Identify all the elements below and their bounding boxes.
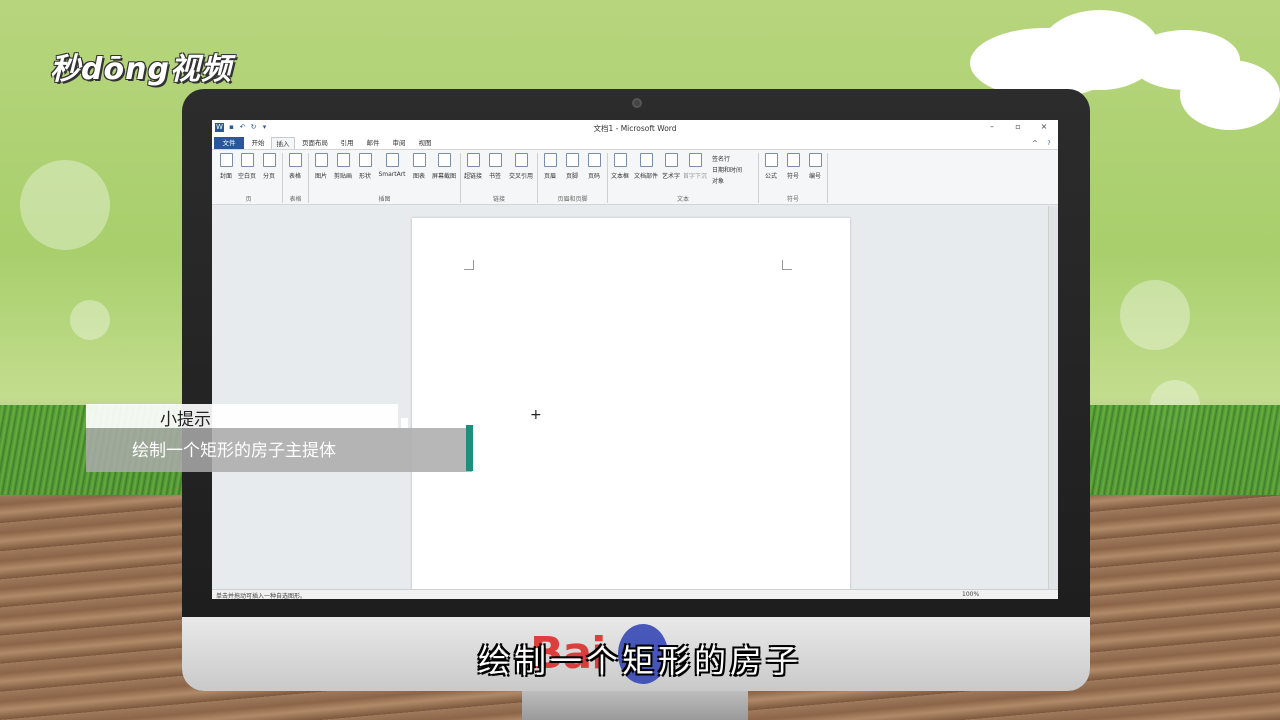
clipart-icon xyxy=(336,153,350,167)
tab-home[interactable]: 开始 xyxy=(246,137,270,149)
minimize-button[interactable]: – xyxy=(982,122,1002,134)
quick-parts-icon xyxy=(639,153,653,167)
tab-file[interactable]: 文件 xyxy=(214,137,244,149)
footer-icon xyxy=(565,153,579,167)
signature-line-button[interactable]: 签名行 xyxy=(712,154,730,163)
document-page[interactable] xyxy=(412,218,850,599)
hyperlink-icon xyxy=(466,153,480,167)
tip-heading: 小提示 xyxy=(160,410,211,430)
drop-cap-button[interactable]: 首字下沉 xyxy=(682,153,708,180)
shapes-icon xyxy=(358,153,372,167)
group-label-links: 链接 xyxy=(492,196,505,203)
date-time-button[interactable]: 日期和时间 xyxy=(712,165,742,174)
word-window: W ▪ ↶ ↻ ▾ 文档1 - Microsoft Word – ▫ × 文件 … xyxy=(212,120,1058,599)
picture-button[interactable]: 图片 xyxy=(310,153,332,180)
tip-heading-box xyxy=(86,404,398,428)
ribbon-tabs: 文件 开始 插入 页面布局 引用 邮件 审阅 视图 ^ ? xyxy=(212,136,1058,149)
camera-icon xyxy=(632,98,642,108)
bookmark-icon xyxy=(488,153,502,167)
hyperlink-button[interactable]: 超链接 xyxy=(462,153,484,180)
textbox-icon xyxy=(613,153,627,167)
group-label-text: 文本 xyxy=(676,196,689,203)
smartart-icon xyxy=(385,153,399,167)
page-break-icon xyxy=(262,153,276,167)
blank-page-button[interactable]: 空白页 xyxy=(236,153,258,180)
collapse-ribbon-icon[interactable]: ^ xyxy=(1030,137,1040,149)
symbol-icon xyxy=(786,153,800,167)
chart-icon xyxy=(412,153,426,167)
textbox-button[interactable]: 文本框 xyxy=(609,153,631,180)
symbol-button[interactable]: 符号 xyxy=(782,153,804,180)
zoom-level[interactable]: 100% xyxy=(962,591,979,598)
table-button[interactable]: 表格 xyxy=(284,153,306,180)
screenshot-button[interactable]: 屏幕截图 xyxy=(430,153,458,180)
chart-button[interactable]: 图表 xyxy=(408,153,430,180)
help-icon[interactable]: ? xyxy=(1044,137,1054,149)
video-subtitle: 绘制一个矩形的房子 xyxy=(477,642,802,680)
drop-cap-icon xyxy=(688,153,702,167)
cross-reference-icon xyxy=(514,153,528,167)
number-icon xyxy=(808,153,822,167)
shapes-button[interactable]: 形状 xyxy=(354,153,376,180)
tab-insert[interactable]: 插入 xyxy=(271,137,295,149)
group-label-pages: 页 xyxy=(245,196,252,203)
group-label-symbols: 符号 xyxy=(786,196,799,203)
bookmark-button[interactable]: 书签 xyxy=(484,153,506,180)
tab-page-layout[interactable]: 页面布局 xyxy=(298,137,332,149)
maximize-button[interactable]: ▫ xyxy=(1008,122,1028,134)
cross-reference-button[interactable]: 交叉引用 xyxy=(508,153,534,180)
blank-page-icon xyxy=(240,153,254,167)
group-label-tables: 表格 xyxy=(289,196,302,203)
crosshair-cursor-icon: + xyxy=(530,407,542,423)
vertical-scrollbar[interactable] xyxy=(1048,206,1058,591)
margin-corner-top-right xyxy=(782,260,792,270)
header-icon xyxy=(543,153,557,167)
tab-mailings[interactable]: 邮件 xyxy=(361,137,385,149)
equation-button[interactable]: 公式 xyxy=(760,153,782,180)
cover-icon xyxy=(219,153,233,167)
screenshot-icon xyxy=(437,153,451,167)
logo: 秒dōng视频 xyxy=(50,52,232,87)
tab-review[interactable]: 审阅 xyxy=(387,137,411,149)
footer-button[interactable]: 页脚 xyxy=(561,153,583,180)
equation-icon xyxy=(764,153,778,167)
status-text: 单击并拖动可插入一种自选图形。 xyxy=(216,593,307,599)
tip-body: 绘制一个矩形的房子主提体 xyxy=(132,441,336,461)
quick-parts-button[interactable]: 文档部件 xyxy=(633,153,659,180)
title-bar: W ▪ ↶ ↻ ▾ 文档1 - Microsoft Word – ▫ × xyxy=(212,120,1058,136)
page-number-icon xyxy=(587,153,601,167)
margin-corner-top-left xyxy=(464,260,474,270)
smartart-button[interactable]: SmartArt xyxy=(378,153,406,178)
picture-icon xyxy=(314,153,328,167)
monitor-stand xyxy=(522,691,748,720)
page-number-button[interactable]: 页码 xyxy=(583,153,605,180)
tab-view[interactable]: 视图 xyxy=(413,137,437,149)
object-button[interactable]: 对象 xyxy=(712,176,724,185)
tip-accent-bar xyxy=(466,425,473,471)
clipart-button[interactable]: 剪贴画 xyxy=(332,153,354,180)
group-label-illustrations: 插图 xyxy=(378,196,391,203)
window-title: 文档1 - Microsoft Word xyxy=(593,124,677,133)
tab-references[interactable]: 引用 xyxy=(335,137,359,149)
close-button[interactable]: × xyxy=(1034,122,1054,134)
number-button[interactable]: 编号 xyxy=(804,153,826,180)
ribbon: 封面 空白页 分页 表格 图片 剪贴画 形状 SmartArt 图表 屏幕截图 … xyxy=(212,149,1058,205)
cover-button[interactable]: 封面 xyxy=(215,153,237,180)
group-label-header-footer: 页眉和页脚 xyxy=(557,196,588,203)
header-button[interactable]: 页眉 xyxy=(539,153,561,180)
wordart-icon xyxy=(664,153,678,167)
table-icon xyxy=(288,153,302,167)
page-break-button[interactable]: 分页 xyxy=(258,153,280,180)
wordart-button[interactable]: 艺术字 xyxy=(660,153,682,180)
status-bar: 单击并拖动可插入一种自选图形。 100% xyxy=(212,589,1058,599)
